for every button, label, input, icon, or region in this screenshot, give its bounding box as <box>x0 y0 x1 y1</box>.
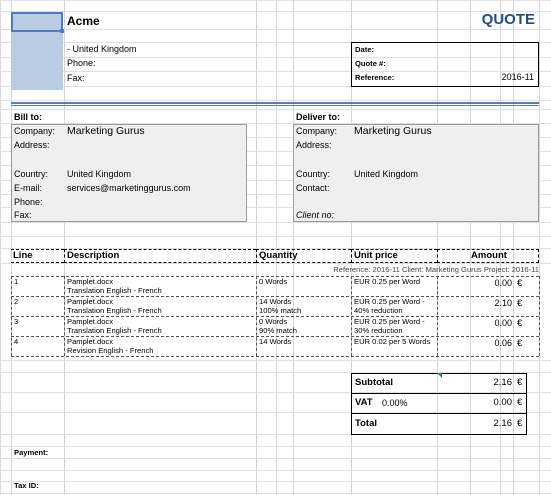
bill-phone-label: Phone: <box>14 197 43 207</box>
reference-label: Reference: <box>355 73 395 82</box>
company-fax-label: Fax: <box>67 73 85 83</box>
bill-country-label: Country: <box>14 169 49 179</box>
bill-to-heading: Bill to: <box>14 112 42 122</box>
tax-id-label: Tax ID: <box>14 481 39 490</box>
payment-label: Payment: <box>14 448 49 457</box>
row-unit-price: EUR 0.02 per 5 Words <box>354 337 431 346</box>
row-amount: 0.06 <box>494 338 512 348</box>
deliver-country-label: Country: <box>296 169 331 179</box>
col-header-unit-price[interactable]: Unit price <box>351 249 437 263</box>
row-unit-price-note: 40% reduction <box>354 306 403 315</box>
row-quantity: 0 Words <box>259 277 288 286</box>
subtotal-currency: € <box>517 377 523 388</box>
row-amount: 2.10 <box>494 298 512 308</box>
company-address[interactable]: - United Kingdom <box>67 44 137 54</box>
deliver-company-value[interactable]: Marketing Gurus <box>354 125 432 137</box>
reference-value[interactable]: 2016-11 <box>502 72 534 82</box>
row-desc-task: Translation English - French <box>67 326 162 335</box>
table-reference-line[interactable]: Reference: 2016-11 Client: Marketing Gur… <box>333 265 539 275</box>
row-currency: € <box>517 298 523 309</box>
quote-number-label: Quote #: <box>355 59 386 68</box>
row-currency: € <box>517 318 523 329</box>
bill-company-label: Company: <box>14 126 56 136</box>
bill-address-label: Address: <box>14 140 50 150</box>
col-header-quantity[interactable]: Quantity <box>256 249 351 263</box>
selected-cell[interactable] <box>11 12 64 33</box>
row-desc-task: Translation English - French <box>67 306 162 315</box>
comment-marker-icon <box>437 373 442 378</box>
vat-value[interactable]: 0.00 <box>494 397 513 408</box>
company-name[interactable]: Acme <box>67 14 100 28</box>
deliver-client-no-label: Client no: <box>296 210 335 220</box>
row-line-number: 4 <box>14 337 19 346</box>
row-line-number: 1 <box>14 277 19 286</box>
deliver-company-label: Company: <box>296 126 338 136</box>
row-desc-task: Translation English - French <box>67 286 162 295</box>
total-label: Total <box>355 418 377 429</box>
row-quantity: 14 Words <box>259 337 292 346</box>
row-line-number: 2 <box>14 297 19 306</box>
bill-fax-label: Fax: <box>14 210 32 220</box>
total-currency: € <box>517 418 523 429</box>
subtotal-value[interactable]: 2.16 <box>494 377 513 388</box>
col-header-line[interactable]: Line <box>11 249 64 263</box>
bill-email-value[interactable]: services@marketinggurus.com <box>67 183 191 193</box>
separator-line <box>11 102 539 104</box>
deliver-address-label: Address: <box>296 140 332 150</box>
row-quantity-match: 90% match <box>259 326 297 335</box>
bill-country-value[interactable]: United Kingdom <box>67 169 131 179</box>
vat-rate[interactable]: 0.00% <box>382 398 408 408</box>
subtotal-label: Subtotal <box>355 377 393 388</box>
row-amount: 0.00 <box>494 318 512 328</box>
deliver-country-value[interactable]: United Kingdom <box>354 169 418 179</box>
bill-company-value[interactable]: Marketing Gurus <box>67 125 145 137</box>
vat-currency: € <box>517 397 523 408</box>
row-currency: € <box>517 338 523 349</box>
document-title[interactable]: QUOTE <box>482 11 535 28</box>
separator-line-thin <box>11 105 539 106</box>
row-line-number: 3 <box>14 317 19 326</box>
total-value[interactable]: 2.16 <box>494 418 513 429</box>
company-phone-label: Phone: <box>67 58 96 68</box>
vat-label: VAT <box>355 397 373 408</box>
row-amount: 0.00 <box>494 278 512 288</box>
row-desc-task: Revision English - French <box>67 346 154 355</box>
bill-email-label: E-mail: <box>14 183 43 193</box>
col-header-amount[interactable]: Amount <box>437 249 539 263</box>
col-header-description[interactable]: Description <box>64 249 256 263</box>
deliver-contact-label: Contact: <box>296 183 330 193</box>
spreadsheet[interactable]: Acme - United Kingdom Phone: Fax: QUOTE … <box>0 0 551 495</box>
row-quantity-match: 100% match <box>259 306 302 315</box>
row-unit-price-note: 30% reduction <box>354 326 403 335</box>
row-unit-price: EUR 0.25 per Word <box>354 277 421 286</box>
date-label: Date: <box>355 45 374 54</box>
deliver-to-heading: Deliver to: <box>296 112 341 122</box>
row-currency: € <box>517 278 523 289</box>
